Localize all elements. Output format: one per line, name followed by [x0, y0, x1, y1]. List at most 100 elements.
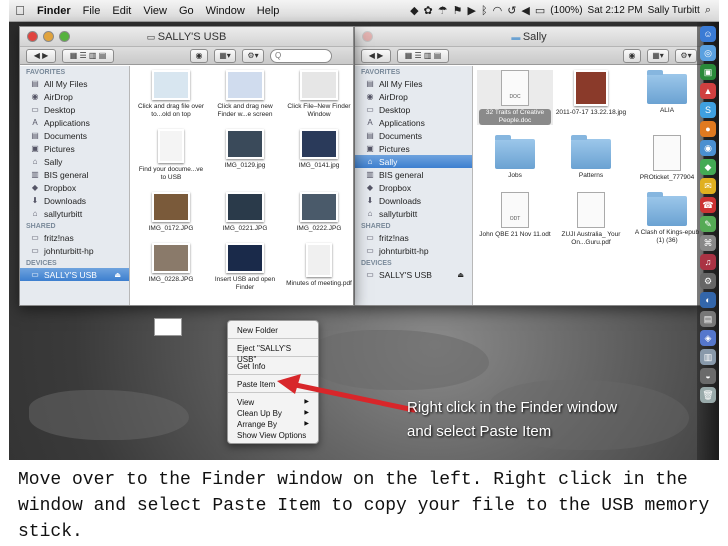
chrome-icon[interactable]: ◉ — [700, 140, 716, 156]
file-item[interactable]: ODT John QBE 21 Nov 11.odt — [477, 192, 553, 247]
app-icon[interactable]: ✎ — [700, 216, 716, 232]
app-icon[interactable]: ◒ — [700, 368, 716, 384]
sidebar-item[interactable]: ▣ Pictures — [20, 142, 129, 155]
menu-window[interactable]: Window — [200, 5, 251, 17]
view-mode-buttons[interactable]: ▦ ☰ ▥ ▤ — [62, 48, 114, 63]
file-item[interactable]: Find your docume...ve to USB — [134, 129, 208, 182]
menu-item-new-folder[interactable]: New Folder — [228, 324, 318, 335]
sidebar-item[interactable]: ⌂ sallyturbitt — [355, 207, 472, 220]
sidebar-item[interactable]: ⬇ Downloads — [355, 194, 472, 207]
menu-finder[interactable]: Finder — [31, 5, 77, 17]
file-item[interactable]: DOC 32 Traits of Creative People.doc — [477, 70, 553, 125]
status-icon[interactable]: ◆ — [410, 4, 418, 17]
file-item[interactable]: Insert USB and open Finder — [208, 243, 282, 292]
sidebar-item[interactable]: ▤ All My Files — [20, 77, 129, 90]
file-item[interactable]: Click and drag new Finder w...e screen — [208, 70, 282, 119]
file-item[interactable]: IMG_0129.jpg — [208, 129, 282, 182]
app-icon[interactable]: ☎ — [700, 197, 716, 213]
file-item[interactable]: Click File–New Finder Window — [282, 70, 356, 119]
file-item[interactable]: IMG_0228.JPG — [134, 243, 208, 292]
finder-window-usb[interactable]: ▭ SALLY'S USB ◀ ▶ ▦ ☰ ▥ ▤ ◉ ▦▾ ⚙▾ Q FAVO… — [19, 26, 354, 306]
clock[interactable]: Sat 2:12 PM — [588, 5, 643, 16]
sidebar-item[interactable]: ▤ Documents — [20, 129, 129, 142]
app-icon[interactable]: ✉ — [700, 178, 716, 194]
time-machine-icon[interactable]: ↺ — [507, 4, 516, 17]
file-area[interactable]: DOC 32 Traits of Creative People.doc 2011-… — [473, 66, 703, 305]
file-item[interactable]: ZUJI Australia_ Your On...Guru.pdf — [553, 192, 629, 247]
back-forward-buttons[interactable]: ◀ ▶ — [361, 48, 391, 63]
quick-look-button[interactable]: ◉ — [190, 48, 208, 63]
sidebar-item[interactable]: ▥ BIS general — [355, 168, 472, 181]
app-icon[interactable]: ▣ — [700, 64, 716, 80]
menu-view[interactable]: View — [137, 5, 173, 17]
file-item[interactable]: Click and drag file over to...old on top — [134, 70, 208, 119]
view-mode-buttons[interactable]: ▦ ☰ ▥ ▤ — [397, 48, 449, 63]
menu-help[interactable]: Help — [251, 5, 286, 17]
status-icon[interactable]: ⚑ — [453, 4, 463, 17]
volume-icon[interactable]: ◀ — [521, 4, 529, 17]
sidebar-item[interactable]: ▥ BIS general — [20, 168, 129, 181]
sidebar-item[interactable]: ▭ fritz!nas — [355, 231, 472, 244]
eject-icon[interactable]: ⏏ — [114, 271, 121, 279]
sidebar-item[interactable]: ◉ AirDrop — [355, 90, 472, 103]
file-item[interactable]: IMG_0221.JPG — [208, 192, 282, 233]
window-titlebar[interactable]: ▬ Sally — [355, 27, 703, 47]
skype-icon[interactable]: S — [700, 102, 716, 118]
file-item[interactable]: 2011-07-17 13.22.18.jpg — [553, 70, 629, 125]
sidebar-item[interactable]: ⬇ Downloads — [20, 194, 129, 207]
apple-menu-icon[interactable]:  — [9, 3, 31, 18]
firefox-icon[interactable]: ● — [700, 121, 716, 137]
app-icon[interactable]: ⌘ — [700, 235, 716, 251]
status-icon[interactable]: ☂ — [438, 4, 448, 17]
sidebar-item[interactable]: ◆ Dropbox — [20, 181, 129, 194]
file-item[interactable]: PROticket_777904 — [629, 135, 705, 182]
file-item[interactable]: Patterns — [553, 135, 629, 182]
app-icon[interactable]: ▥ — [700, 349, 716, 365]
sidebar-item[interactable]: ◆ Dropbox — [355, 181, 472, 194]
app-icon[interactable]: ⚙ — [700, 273, 716, 289]
sidebar-item[interactable]: ⌂ Sally — [20, 155, 129, 168]
file-item[interactable]: ALIA — [629, 70, 705, 125]
menu-file[interactable]: File — [77, 5, 107, 17]
sidebar-item[interactable]: ▣ Pictures — [355, 142, 472, 155]
file-item[interactable]: IMG_0141.jpg — [282, 129, 356, 182]
search-input[interactable]: Q — [270, 48, 332, 63]
sidebar-item[interactable]: ▭ SALLY'S USB ⏏ — [20, 268, 129, 281]
status-icon[interactable]: ▶ — [468, 4, 476, 17]
file-item[interactable]: Jobs — [477, 135, 553, 182]
search-icon[interactable]: ⌕ — [705, 4, 711, 17]
status-icon[interactable]: ✿ — [424, 4, 433, 17]
file-icon-partial[interactable] — [154, 318, 182, 336]
sidebar-item[interactable]: ▤ Documents — [355, 129, 472, 142]
sidebar-item[interactable]: ⌂ sallyturbitt — [20, 207, 129, 220]
sidebar-item[interactable]: A Applications — [355, 116, 472, 129]
file-area[interactable]: Click and drag file over to...old on top… — [130, 66, 353, 305]
finder-window-sally[interactable]: ▬ Sally ◀ ▶ ▦ ☰ ▥ ▤ ◉ ▦▾ ⚙▾ FAVORITES ▤ Al… — [354, 26, 704, 306]
menu-edit[interactable]: Edit — [106, 5, 137, 17]
sidebar-item[interactable]: ◉ AirDrop — [20, 90, 129, 103]
file-item[interactable]: A Clash of Kings-epub (1) (36) — [629, 192, 705, 247]
sidebar-item[interactable]: ▭ fritz!nas — [20, 231, 129, 244]
sidebar-item[interactable]: ▭ SALLY'S USB ⏏ — [355, 268, 472, 281]
file-item[interactable]: IMG_0222.JPG — [282, 192, 356, 233]
quick-look-button[interactable]: ◉ — [623, 48, 641, 63]
arrange-button[interactable]: ▦▾ — [214, 48, 236, 63]
menu-go[interactable]: Go — [173, 5, 200, 17]
app-icon[interactable]: ◆ — [700, 159, 716, 175]
menu-item-show-view-options[interactable]: Show View Options — [228, 429, 318, 440]
menu-item-eject[interactable]: Eject "SALLY'S USB" — [228, 342, 318, 364]
app-icon[interactable]: ▲ — [700, 83, 716, 99]
app-icon[interactable]: ▤ — [700, 311, 716, 327]
app-icon[interactable]: ◐ — [700, 292, 716, 308]
window-titlebar[interactable]: ▭ SALLY'S USB — [20, 27, 353, 47]
sidebar-item[interactable]: ▭ Desktop — [20, 103, 129, 116]
sidebar-item[interactable]: ▭ johnturbitt-hp — [20, 244, 129, 257]
sidebar-item[interactable]: ▤ All My Files — [355, 77, 472, 90]
battery-icon[interactable]: ▭ — [535, 4, 545, 17]
sidebar-item[interactable]: ▭ Desktop — [355, 103, 472, 116]
sidebar-item[interactable]: ▭ johnturbitt-hp — [355, 244, 472, 257]
action-gear-button[interactable]: ⚙▾ — [242, 48, 264, 63]
compass-icon[interactable]: ◎ — [700, 45, 716, 61]
finder-icon[interactable]: ☺ — [700, 26, 716, 42]
action-gear-button[interactable]: ⚙▾ — [675, 48, 697, 63]
